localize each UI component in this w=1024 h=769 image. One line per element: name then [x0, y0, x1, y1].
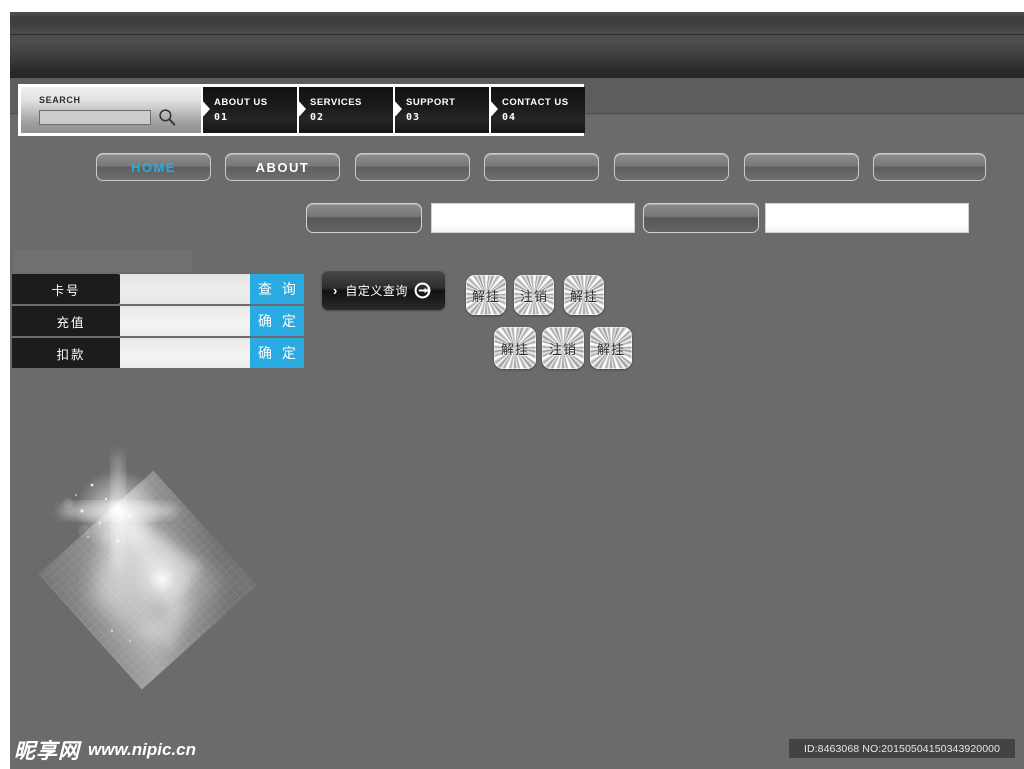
image-id-badge: ID:8463068 NO:20150504150343920000 — [789, 739, 1015, 758]
menu-button-3[interactable] — [355, 153, 470, 181]
tab-number: 03 — [406, 112, 421, 123]
watermark-url: www.nipic.cn — [88, 740, 196, 759]
tab-number: 04 — [502, 112, 517, 123]
search-icon[interactable] — [158, 108, 176, 126]
metal-button-cancel-1[interactable]: 注销 — [514, 275, 554, 315]
tab-number: 01 — [214, 112, 229, 123]
card-number-input[interactable] — [120, 274, 254, 304]
query-button[interactable]: 查 询 — [250, 274, 304, 304]
menu-button-label: HOME — [131, 159, 176, 175]
recharge-confirm-button[interactable]: 确 定 — [250, 306, 304, 336]
site-watermark: 昵享网 www.nipic.cn — [14, 735, 196, 765]
header-hairline — [10, 34, 1024, 35]
header-gradient-band — [10, 12, 1024, 78]
search-input[interactable] — [39, 110, 151, 125]
tab-title: SUPPORT — [406, 97, 456, 108]
metal-button-cancel-2[interactable]: 注销 — [542, 327, 584, 369]
field-row-input-2[interactable] — [765, 203, 969, 233]
metal-button-label: 注销 — [519, 288, 548, 304]
custom-query-label: 自定义查询 — [345, 283, 408, 298]
tab-title: ABOUT US — [214, 97, 268, 108]
tab-arrow-icon — [489, 99, 498, 119]
menu-button-label: ABOUT — [255, 159, 310, 175]
metal-button-label: 解挂 — [471, 288, 500, 304]
metal-button-label: 解挂 — [500, 341, 529, 357]
search-label: SEARCH — [39, 95, 81, 105]
form-row-card-number: 卡号 查 询 — [12, 274, 304, 304]
field-row-button-1[interactable] — [306, 203, 422, 233]
deduct-amount-input[interactable] — [120, 338, 254, 368]
card-operations-form: 卡号 查 询 充值 确 定 扣款 确 定 — [12, 274, 304, 368]
menu-button-4[interactable] — [484, 153, 599, 181]
metal-button-label: 解挂 — [569, 288, 598, 304]
metal-button-unhold-2[interactable]: 解挂 — [564, 275, 604, 315]
menu-button-home[interactable]: HOME — [96, 153, 211, 181]
main-menu-row: HOME ABOUT — [96, 153, 986, 181]
form-row-recharge: 充值 确 定 — [12, 306, 304, 336]
tab-support[interactable]: SUPPORT 03 — [393, 87, 489, 133]
chevron-right-icon: › — [333, 282, 338, 298]
tab-about-us[interactable]: ABOUT US 01 — [201, 87, 297, 133]
circle-arrow-right-icon — [414, 282, 431, 298]
search-cell: SEARCH — [21, 87, 201, 133]
watermark-logo-text: 昵享网 — [14, 739, 80, 763]
tab-services[interactable]: SERVICES 02 — [297, 87, 393, 133]
metal-button-unhold-1[interactable]: 解挂 — [466, 275, 506, 315]
tab-arrow-icon — [297, 99, 306, 119]
field-row-button-2[interactable] — [643, 203, 759, 233]
search-and-tabs-module: SEARCH ABOUT US 01 SERVICES 02 SUPPORT 0… — [18, 84, 585, 136]
recharge-amount-input[interactable] — [120, 306, 254, 336]
tab-number: 02 — [310, 112, 325, 123]
tab-title: SERVICES — [310, 97, 362, 108]
tab-title: CONTACT US — [502, 97, 569, 108]
tab-contact-us[interactable]: CONTACT US 04 — [489, 87, 585, 133]
field-row-input-1[interactable] — [431, 203, 635, 233]
tab-arrow-icon — [393, 99, 402, 119]
metal-button-unhold-3[interactable]: 解挂 — [494, 327, 536, 369]
menu-button-7[interactable] — [873, 153, 986, 181]
menu-button-5[interactable] — [614, 153, 729, 181]
menu-button-6[interactable] — [744, 153, 859, 181]
decorative-plate — [14, 250, 192, 272]
deduct-confirm-button[interactable]: 确 定 — [250, 338, 304, 368]
secondary-field-row — [306, 203, 986, 233]
metal-button-label: 注销 — [548, 341, 577, 357]
custom-query-button[interactable]: › 自定义查询 — [322, 270, 445, 310]
form-row-deduct: 扣款 确 定 — [12, 338, 304, 368]
menu-button-about[interactable]: ABOUT — [225, 153, 340, 181]
tab-arrow-icon — [201, 99, 210, 119]
screenshot-root: SEARCH ABOUT US 01 SERVICES 02 SUPPORT 0… — [0, 0, 1024, 769]
metal-button-unhold-4[interactable]: 解挂 — [590, 327, 632, 369]
metal-button-label: 解挂 — [596, 341, 625, 357]
